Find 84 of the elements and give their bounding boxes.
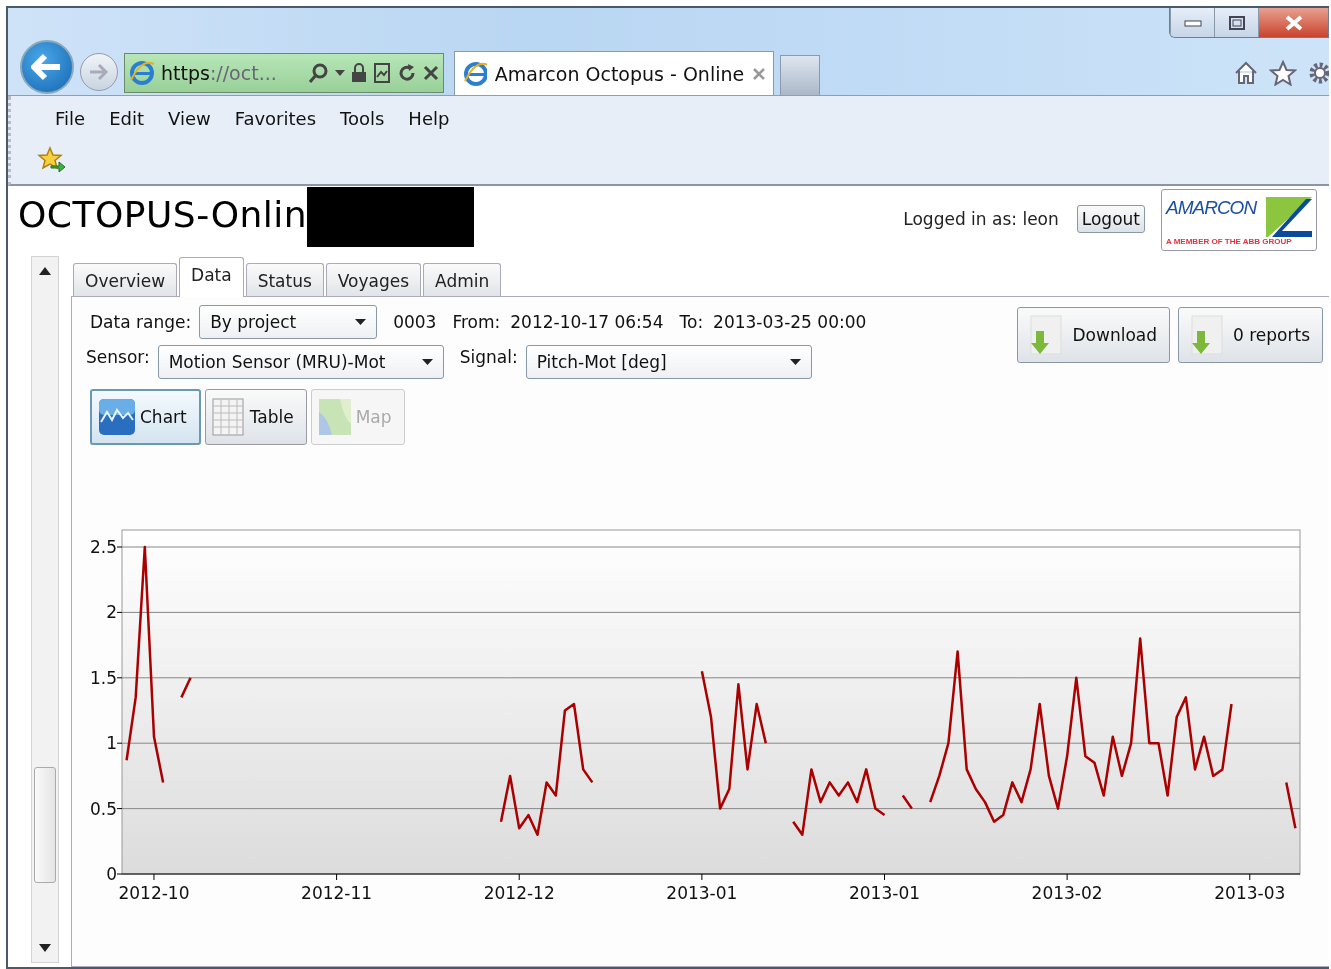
company-logo: AMARCON A MEMBER OF THE ABB GROUP [1161, 189, 1317, 251]
close-icon [1284, 15, 1303, 31]
tab-title: Amarcon Octopus - Online [494, 62, 745, 85]
download-button[interactable]: Download [1017, 307, 1170, 363]
menu-item[interactable]: Edit [97, 105, 156, 131]
download-button[interactable]: 0 reports [1178, 307, 1323, 363]
logo-mark-icon [1266, 197, 1312, 237]
stop-icon[interactable] [423, 65, 439, 81]
menu-item[interactable]: File [43, 105, 98, 131]
down-arrow-icon[interactable] [39, 944, 51, 952]
tab[interactable]: Status [245, 263, 324, 297]
right-arrow-icon [88, 63, 110, 81]
scrollbar[interactable] [31, 256, 59, 963]
x-tick-label: 2012-10 [118, 883, 190, 903]
spreadsheet-icon [211, 398, 246, 436]
document-icon[interactable] [373, 63, 391, 83]
home-icon[interactable] [1233, 59, 1259, 86]
view-button[interactable]: Table [204, 389, 307, 445]
data-range-dropdown[interactable]: By project [199, 305, 378, 339]
e-logo-icon [463, 60, 487, 87]
x-tick-label: 2013-03 [1214, 883, 1286, 903]
y-tick-label: 1.5 [89, 667, 117, 688]
caret-icon [355, 319, 367, 325]
address-text: https://oct... [161, 62, 277, 84]
field-label: To: [679, 312, 704, 332]
x-tick-label: 2012-12 [483, 883, 555, 903]
date-value: 2013-03-25 00:00 [713, 312, 867, 332]
date-value: 2012-10-17 06:54 [510, 312, 664, 332]
x-tick-label: 2012-11 [301, 883, 373, 903]
caret-icon[interactable] [335, 70, 345, 76]
tab[interactable]: Voyages [325, 263, 422, 297]
menu-item[interactable]: Favorites [222, 105, 328, 131]
view-button[interactable]: Chart [90, 389, 201, 445]
close-button[interactable] [1258, 8, 1328, 37]
back-button[interactable] [20, 40, 74, 94]
search-icon[interactable] [307, 62, 329, 84]
download-icon [1189, 315, 1223, 355]
y-tick-label: 0 [106, 864, 117, 884]
browser-tab[interactable]: Amarcon Octopus - Online [454, 51, 774, 95]
scroll-thumb[interactable] [34, 767, 56, 883]
chart-icon [98, 398, 136, 436]
tab[interactable]: Admin [423, 263, 502, 297]
refresh-icon[interactable] [397, 63, 417, 83]
minimize-icon [1183, 19, 1202, 27]
x-tick-label: 2013-02 [1031, 883, 1103, 903]
y-tick-label: 1 [106, 733, 117, 754]
app-title: OCTOPUS-Onlin [18, 193, 308, 235]
close-icon[interactable] [752, 66, 765, 81]
field-label: Sensor: [86, 347, 150, 367]
menu-item[interactable]: Tools [328, 105, 397, 131]
up-arrow-icon[interactable] [39, 267, 51, 275]
maximize-icon [1228, 16, 1245, 30]
sensor-dropdown[interactable]: Motion Sensor (MRU)-Mot [157, 345, 444, 379]
signal-dropdown[interactable]: Pitch-Mot [deg] [525, 345, 812, 379]
tick-mark [116, 611, 123, 613]
tick-mark [116, 546, 123, 548]
address-bar[interactable]: https://oct... [124, 53, 444, 93]
y-tick-label: 2.5 [89, 537, 117, 557]
menu-item[interactable]: View [156, 105, 223, 131]
caret-icon [789, 359, 801, 365]
caret-icon [421, 359, 433, 365]
project-number: 0003 [393, 312, 437, 332]
tick-mark [116, 808, 123, 810]
download-icon [1028, 315, 1063, 355]
tab[interactable]: Data [179, 257, 244, 297]
tick-mark [116, 677, 123, 679]
field-label: Data range: [90, 312, 192, 332]
e-logo-icon [129, 60, 155, 86]
map-icon [317, 398, 352, 436]
login-status: Logged in as: leon [903, 209, 1059, 229]
maximize-button[interactable] [1214, 8, 1258, 37]
tab[interactable]: Overview [73, 263, 178, 297]
menu-item[interactable]: Help [396, 105, 462, 131]
tick-mark [116, 742, 123, 744]
field-label: Signal: [459, 347, 518, 367]
x-tick-label: 2013-01 [666, 883, 738, 903]
x-tick-label: 2013-01 [849, 883, 920, 903]
star-icon[interactable] [1269, 59, 1297, 86]
y-tick-label: 2 [106, 602, 117, 623]
y-tick-label: 0.5 [89, 798, 117, 819]
field-label: From: [452, 312, 501, 332]
logout-button[interactable]: Logout [1076, 205, 1145, 233]
lock-icon[interactable] [351, 63, 367, 83]
favorites-star-icon[interactable] [37, 146, 67, 174]
